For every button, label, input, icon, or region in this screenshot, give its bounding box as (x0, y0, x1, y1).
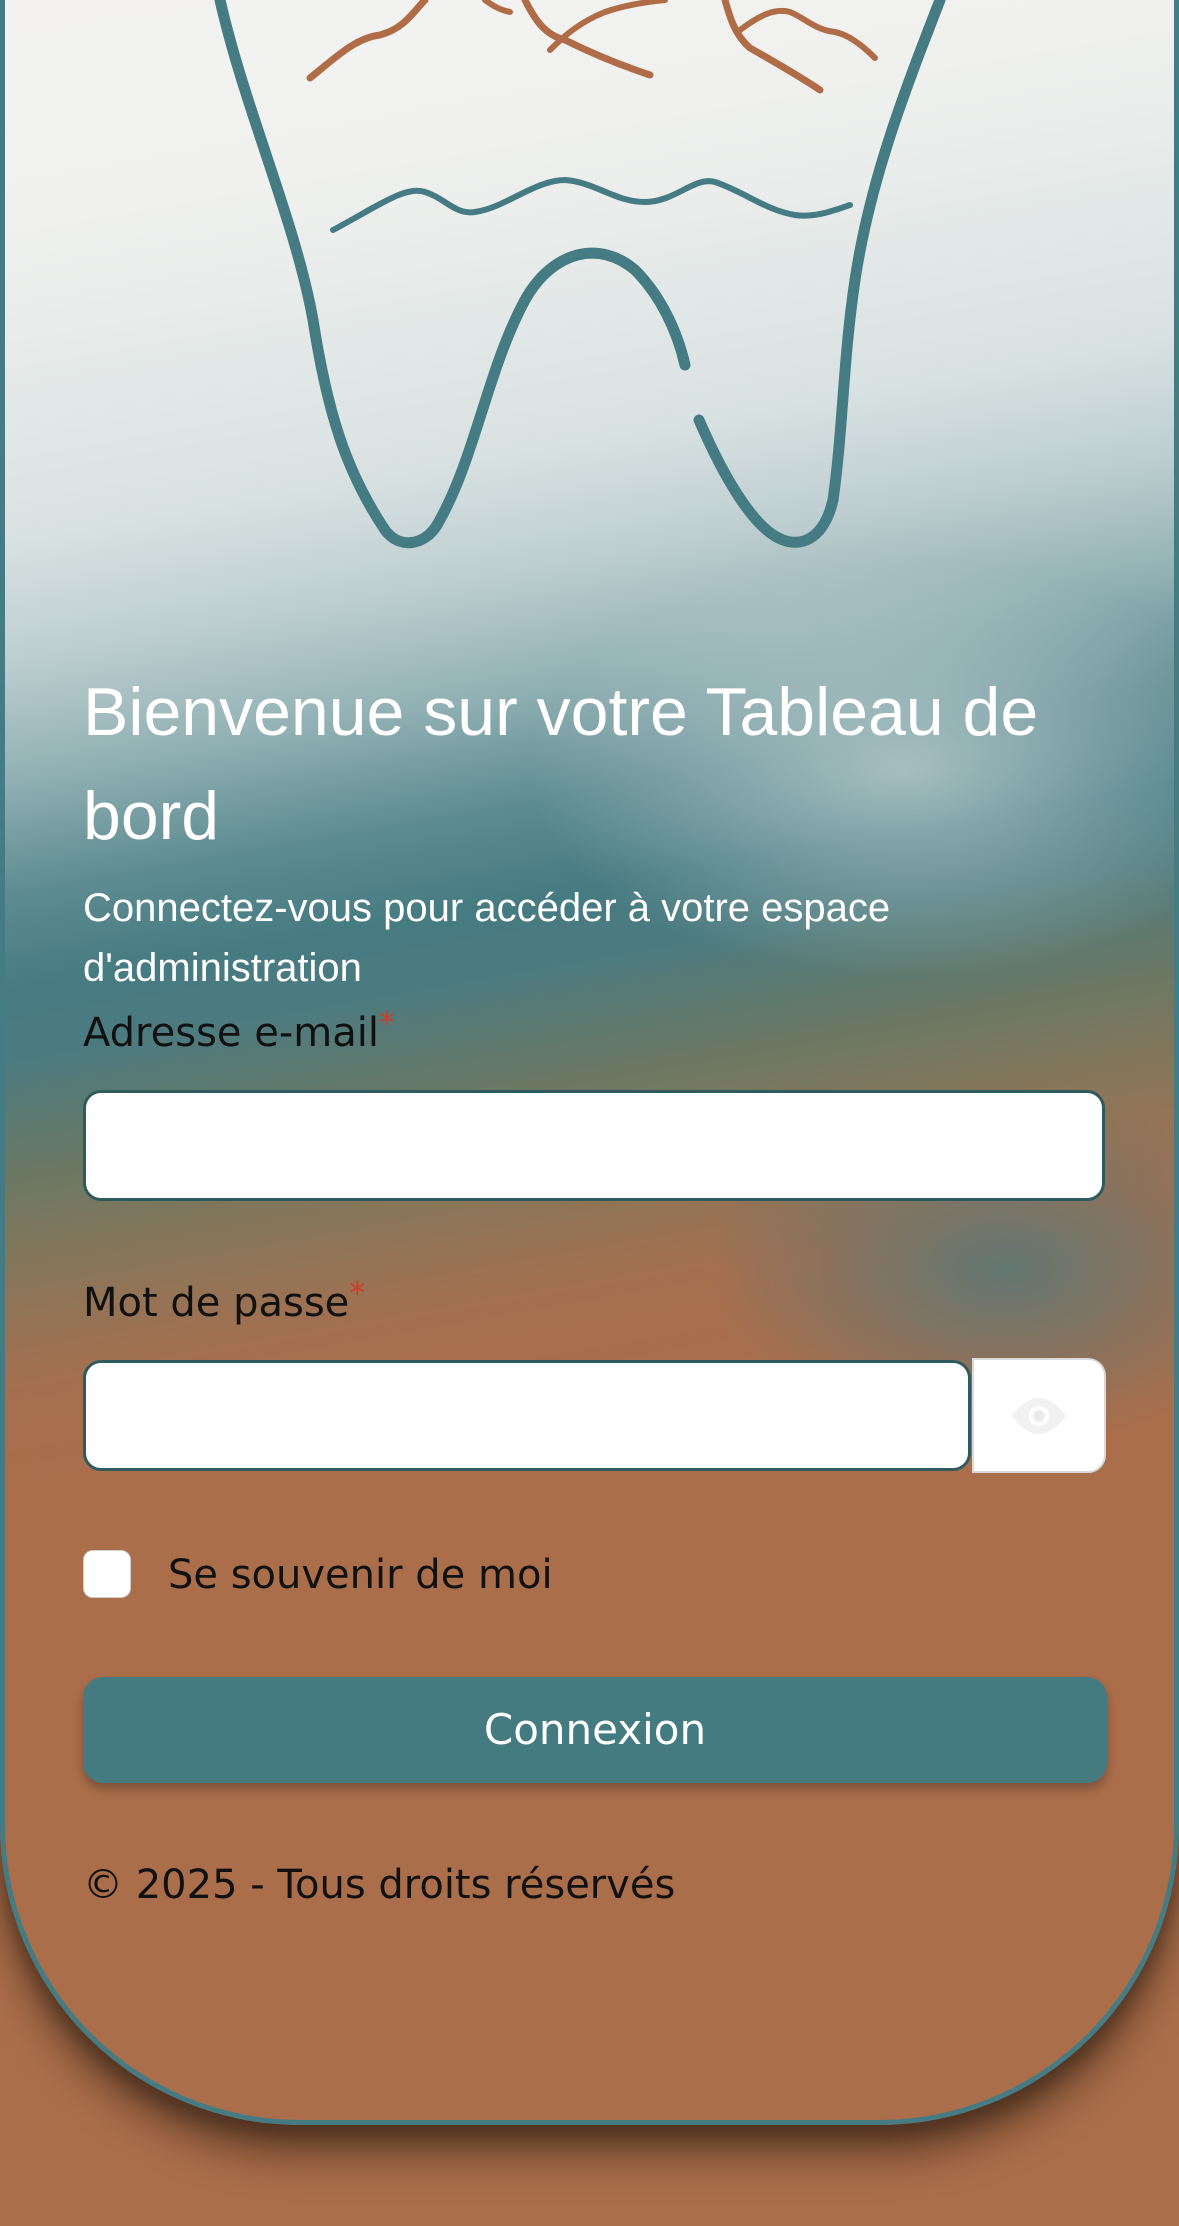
page-title: Bienvenue sur votre Tableau de bord (83, 674, 1039, 854)
copyright-text: © 2025 - Tous droits réservés (83, 1862, 676, 1908)
password-label: Mot de passe* (83, 1274, 365, 1328)
required-marker: * (349, 1274, 366, 1312)
eye-icon (1012, 1397, 1066, 1434)
password-label-text: Mot de passe (83, 1280, 350, 1326)
required-marker: * (378, 1004, 395, 1042)
email-label: Adresse e-mail* (83, 1004, 395, 1058)
email-field[interactable] (83, 1090, 1105, 1201)
page-subtitle: Connectez-vous pour accéder à votre espa… (83, 886, 891, 990)
login-card: Bienvenue sur votre Tableau de bord Conn… (0, 0, 1179, 2125)
tooth-logo-icon (214, 0, 946, 549)
toggle-password-visibility-button[interactable] (972, 1358, 1106, 1473)
password-field[interactable] (83, 1360, 971, 1471)
remember-me-label[interactable]: Se souvenir de moi (168, 1550, 553, 1600)
email-label-text: Adresse e-mail (83, 1010, 379, 1056)
remember-me-checkbox[interactable] (83, 1550, 131, 1598)
login-button[interactable]: Connexion (83, 1677, 1107, 1783)
